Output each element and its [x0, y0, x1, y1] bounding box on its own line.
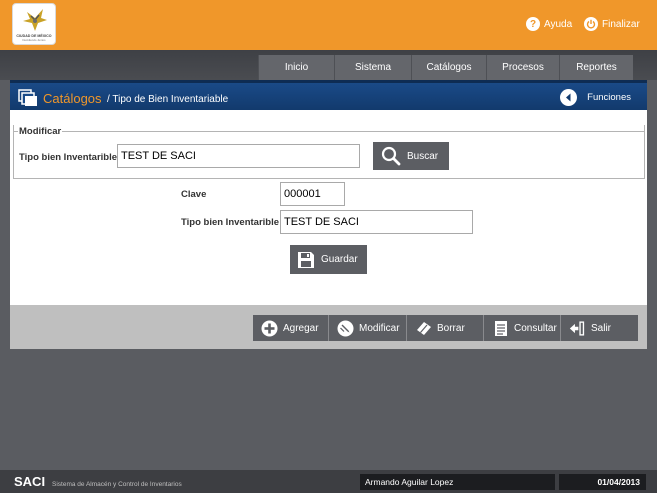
- modify-type-label: Tipo bien Inventarible: [19, 152, 118, 163]
- logo-subtext: Decidiendo Juntos: [22, 38, 46, 42]
- exit-arrow-icon: [569, 320, 586, 337]
- back-arrow-icon: [560, 89, 578, 106]
- key-label: Clave: [181, 189, 207, 200]
- power-icon: [584, 17, 598, 31]
- modify-type-input[interactable]: [117, 144, 360, 168]
- add-label: Agregar: [283, 322, 319, 334]
- delete-button[interactable]: Borrar: [407, 315, 484, 341]
- app-full-name: Sistema de Almacén y Control de Inventar…: [52, 481, 182, 488]
- main-content: Modificar Tipo bien Inventarible Buscar …: [10, 110, 647, 305]
- main-menu: Inicio Sistema Catálogos Procesos Report…: [258, 55, 633, 80]
- modify-button[interactable]: Modificar: [329, 315, 407, 341]
- search-button[interactable]: Buscar: [373, 142, 449, 170]
- modify-label: Modificar: [359, 322, 400, 334]
- menu-item-procesos[interactable]: Procesos: [486, 55, 559, 80]
- eraser-icon: [415, 320, 432, 337]
- exit-label: Salir: [591, 322, 612, 334]
- page-title-bar: Catálogos / Tipo de Bien Inventariable F…: [10, 80, 647, 110]
- menu-item-catalogos[interactable]: Catálogos: [411, 55, 486, 80]
- key-input[interactable]: [280, 182, 345, 206]
- functions-label: Funciones: [587, 92, 631, 103]
- menu-item-reportes[interactable]: Reportes: [559, 55, 633, 80]
- menu-item-sistema[interactable]: Sistema: [334, 55, 411, 80]
- actions-toolbar: Agregar Modificar Borrar Consultar Salir: [10, 305, 647, 349]
- page-title: / Tipo de Bien Inventariable: [107, 94, 229, 105]
- functions-button[interactable]: Funciones: [560, 89, 631, 106]
- search-label: Buscar: [407, 150, 439, 162]
- query-label: Consultar: [514, 322, 557, 334]
- delete-label: Borrar: [437, 322, 465, 334]
- logout-label: Finalizar: [602, 18, 640, 30]
- modify-legend: Modificar: [19, 126, 62, 137]
- exit-button[interactable]: Salir: [561, 315, 638, 341]
- type-input[interactable]: [280, 210, 473, 234]
- city-logo: CIUDAD DE MÉXICO Decidiendo Juntos: [12, 3, 56, 45]
- breadcrumb-section[interactable]: Catálogos: [43, 91, 102, 106]
- floppy-disk-icon: [298, 251, 314, 268]
- type-label: Tipo bien Inventarible: [181, 217, 280, 228]
- top-header: CIUDAD DE MÉXICO Decidiendo Juntos ? Ayu…: [0, 0, 657, 50]
- help-link[interactable]: ? Ayuda: [526, 16, 572, 32]
- add-button[interactable]: Agregar: [253, 315, 329, 341]
- current-date: 01/04/2013: [559, 474, 646, 490]
- actions-group: Agregar Modificar Borrar Consultar Salir: [253, 315, 638, 341]
- save-label: Guardar: [321, 254, 358, 265]
- save-button[interactable]: Guardar: [290, 245, 367, 274]
- document-icon: [492, 320, 509, 337]
- help-icon: ?: [526, 17, 540, 31]
- help-label: Ayuda: [544, 18, 573, 30]
- edit-circle-icon: [337, 320, 354, 337]
- plus-circle-icon: [261, 320, 278, 337]
- logout-link[interactable]: Finalizar: [584, 16, 640, 32]
- bird-emblem-icon: [23, 9, 47, 31]
- catalog-stack-icon: [18, 89, 37, 106]
- query-button[interactable]: Consultar: [484, 315, 561, 341]
- user-name: Armando Aguilar Lopez: [360, 474, 555, 490]
- magnifier-icon: [381, 146, 401, 166]
- status-footer: SACI Sistema de Almacén y Control de Inv…: [0, 470, 657, 493]
- app-name: SACI: [14, 474, 46, 489]
- menu-item-inicio[interactable]: Inicio: [258, 55, 334, 80]
